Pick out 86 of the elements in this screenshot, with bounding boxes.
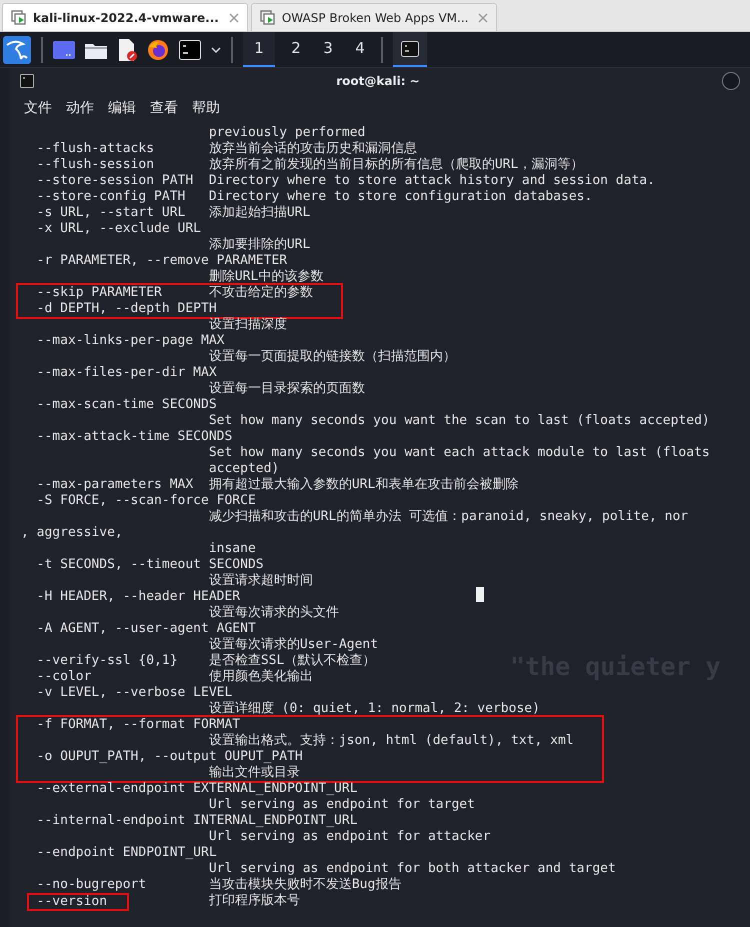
option-text: -S FORCE, --scan-force FORCE: [36, 493, 256, 508]
vm-tab[interactable]: kali-linux-2022.4-vmware...: [2, 3, 248, 31]
menu-item[interactable]: 动作: [66, 99, 94, 117]
close-icon[interactable]: [228, 12, 239, 22]
description-text: 打印程序版本号: [208, 893, 300, 909]
workspace-switcher[interactable]: 4: [349, 32, 371, 67]
description-text: Set how many seconds you want each attack module to last (floats: [208, 445, 710, 461]
description-text: 添加起始扫描URL: [208, 205, 310, 221]
description-text: Url serving as endpoint for attacker: [208, 829, 491, 845]
option-text: --internal-endpoint INTERNAL_ENDPOINT_URL: [36, 813, 358, 828]
option-text: --skip PARAMETER: [36, 285, 162, 300]
menu-item[interactable]: 帮助: [192, 99, 220, 117]
desktop-icon[interactable]: [53, 40, 75, 58]
option-text: --version: [36, 894, 108, 909]
caret-icon[interactable]: [211, 46, 221, 52]
option-text: -o OUPUT_PATH, --output OUPUT_PATH: [36, 749, 303, 764]
option-text: -x URL, --exclude URL: [36, 221, 202, 236]
description-text: 放弃当前会话的攻击历史和漏洞信息: [208, 141, 417, 157]
option-text: --max-parameters MAX: [36, 477, 194, 492]
description-text: 输出文件或目录: [208, 765, 300, 781]
description-text: 设置扫描深度: [208, 317, 287, 333]
description-text: Url serving as endpoint for target: [208, 797, 475, 813]
workspace-switcher[interactable]: 3: [317, 32, 339, 67]
description-text: 设置请求超时时间: [208, 573, 313, 589]
description-text: 添加要排除的URL: [208, 237, 310, 253]
description-text: 减少扫描和攻击的URL的简单办法 可选值：paranoid, sneaky, polite, nor: [208, 509, 688, 525]
description-text: 设置输出格式。支持：json, html (default), txt, xml: [208, 733, 574, 749]
description-text: 拥有超过最大输入参数的URL和表单在攻击前会被删除: [208, 477, 518, 493]
menu-item[interactable]: 文件: [24, 99, 52, 117]
window-title: root@kali: ~: [335, 74, 421, 88]
description-text: Directory where to store attack history and session data.: [208, 173, 655, 189]
description-text: 是否检查SSL（默认不检查）: [208, 653, 376, 669]
output-text: , aggressive,: [21, 525, 123, 541]
description-text: accepted): [208, 461, 280, 477]
description-text: Set how many seconds you want the scan to last (floats accepted): [208, 413, 710, 429]
description-text: 设置详细度 (0: quiet, 1: normal, 2: verbose): [208, 701, 540, 717]
description-text: Url serving as endpoint for both attacker and target: [208, 861, 616, 877]
description-text: 放弃所有之前发现的当前目标的所有信息（爬取的URL，漏洞等）: [208, 157, 584, 173]
workspace-switcher[interactable]: 2: [285, 32, 307, 67]
terminal-icon[interactable]: [179, 40, 201, 60]
option-text: -H HEADER, --header HEADER: [36, 589, 240, 604]
description-text: 设置每一目录探索的页面数: [208, 381, 365, 397]
vm-tab[interactable]: OWASP Broken Web Apps VM...: [250, 3, 498, 31]
option-text: -A AGENT, --user-agent AGENT: [36, 621, 256, 636]
option-text: --verify-ssl {0,1}: [36, 653, 178, 668]
description-text: 当攻击模块失败时不发送Bug报告: [208, 877, 402, 893]
description-text: 设置每一页面提取的链接数（扫描范围内）: [208, 349, 456, 365]
description-text: 不攻击给定的参数: [208, 285, 313, 301]
option-text: -r PARAMETER, --remove PARAMETER: [36, 253, 288, 268]
window-control-button[interactable]: [722, 72, 740, 90]
option-text: --max-files-per-dir MAX: [36, 365, 217, 380]
option-text: --color: [36, 669, 92, 684]
option-text: -t SECONDS, --timeout SECONDS: [36, 557, 264, 572]
option-text: --max-links-per-page MAX: [36, 333, 224, 348]
browser-icon[interactable]: [147, 38, 169, 60]
vm-icon: [260, 10, 276, 26]
description-text: 删除URL中的该参数: [208, 269, 324, 285]
option-text: -d DEPTH, --depth DEPTH: [36, 301, 217, 316]
terminal-task-button[interactable]: [393, 32, 427, 67]
terminal-icon: [20, 74, 34, 88]
option-text: --flush-session: [36, 157, 154, 172]
menu-item[interactable]: 编辑: [108, 99, 136, 117]
option-text: --external-endpoint EXTERNAL_ENDPOINT_URL: [36, 781, 358, 796]
description-text: insane: [208, 541, 256, 557]
text-cursor-icon: [476, 587, 484, 602]
dragon-logo-icon[interactable]: [3, 36, 31, 64]
description-text: previously performed: [208, 125, 366, 141]
description-text: Directory where to store configuration databases.: [208, 189, 592, 205]
option-text: --endpoint ENDPOINT_URL: [36, 845, 217, 860]
option-text: --no-bugreport: [36, 877, 146, 892]
option-text: --flush-attacks: [36, 141, 154, 156]
option-text: -s URL, --start URL: [36, 205, 186, 220]
option-text: --store-session PATH: [36, 173, 194, 188]
option-text: --max-attack-time SECONDS: [36, 429, 232, 444]
description-text: 设置每次请求的头文件: [208, 605, 339, 621]
option-text: -f FORMAT, --format FORMAT: [36, 717, 240, 732]
terminal-icon: [401, 40, 419, 56]
vm-icon: [11, 10, 27, 26]
description-text: 设置每次请求的User-Agent: [208, 637, 378, 653]
menu-item[interactable]: 查看: [150, 99, 178, 117]
option-text: -v LEVEL, --verbose LEVEL: [36, 685, 232, 700]
option-text: --max-scan-time SECONDS: [36, 397, 217, 412]
workspace-switcher[interactable]: 1: [243, 32, 275, 67]
option-text: --store-config PATH: [36, 189, 186, 204]
text-editor-icon[interactable]: [117, 38, 137, 60]
description-text: 使用颜色美化输出: [208, 669, 313, 685]
